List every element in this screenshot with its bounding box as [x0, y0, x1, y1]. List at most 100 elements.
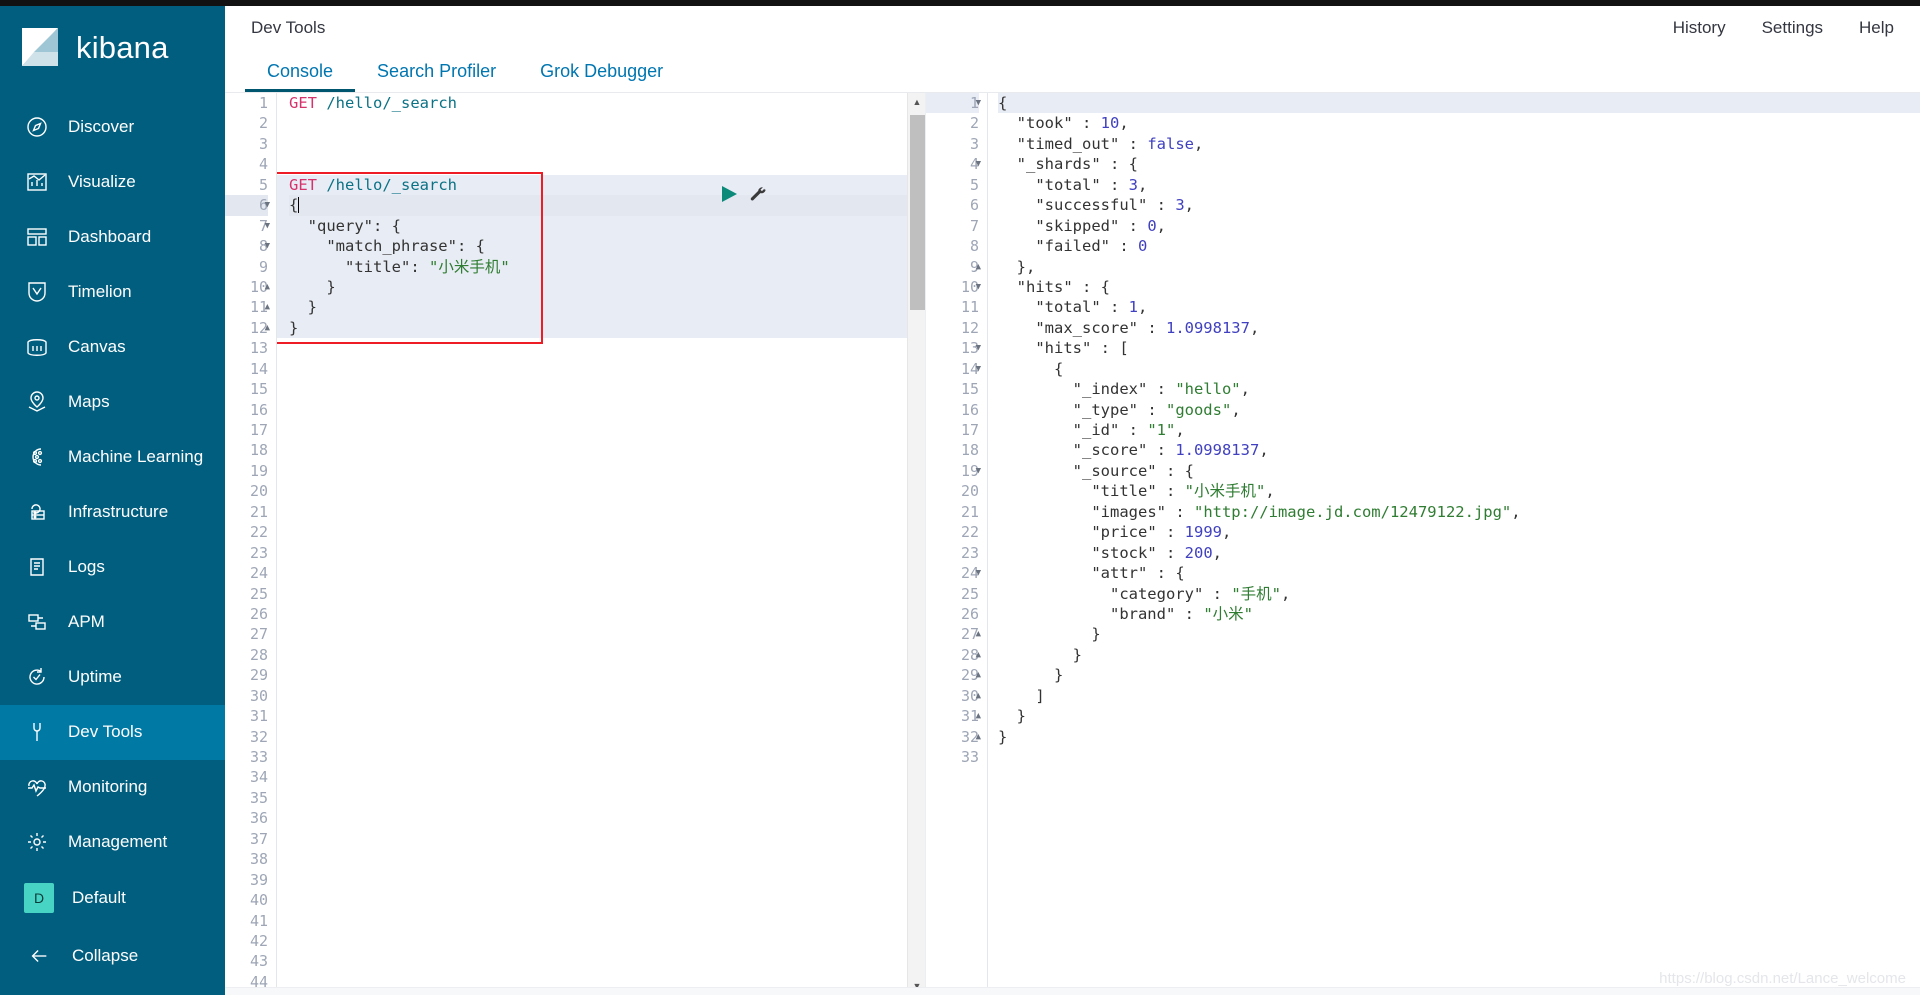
- heartbeat-icon: [24, 774, 50, 800]
- fold-toggle-icon[interactable]: ▲: [976, 686, 981, 706]
- fold-toggle-icon[interactable]: ▼: [976, 338, 981, 358]
- watermark: https://blog.csdn.net/Lance_welcome: [1659, 970, 1906, 987]
- map-pin-icon: [24, 389, 50, 415]
- run-request-button[interactable]: [719, 184, 739, 209]
- sidebar-item-canvas[interactable]: Canvas: [0, 320, 225, 375]
- fold-toggle-icon[interactable]: ▲: [976, 665, 981, 685]
- fold-toggle-icon[interactable]: ▲: [265, 277, 270, 297]
- sidebar-item-monitoring[interactable]: Monitoring: [0, 760, 225, 815]
- fold-toggle-icon[interactable]: ▲: [265, 297, 270, 317]
- space-selector[interactable]: D Default: [0, 870, 225, 928]
- kibana-logo-icon: [18, 26, 62, 70]
- sidebar-item-label: Infrastructure: [68, 502, 169, 522]
- response-editor[interactable]: { "took" : 10, "timed_out" : false, "_sh…: [988, 93, 1920, 995]
- fold-toggle-icon[interactable]: ▲: [976, 257, 981, 277]
- fold-toggle-icon[interactable]: ▼: [265, 195, 270, 215]
- response-line: "total" : 3,: [1035, 175, 1148, 194]
- line-number: 16: [960, 400, 979, 419]
- response-line: {: [998, 93, 1920, 114]
- line-number: 37: [249, 829, 268, 848]
- sidebar-item-visualize[interactable]: Visualize: [0, 155, 225, 210]
- history-link[interactable]: History: [1673, 18, 1726, 38]
- sidebar-item-dashboard[interactable]: Dashboard: [0, 210, 225, 265]
- line-number: 30: [249, 686, 268, 705]
- sidebar-item-machine-learning[interactable]: Machine Learning: [0, 430, 225, 485]
- line-number: 4 ▼: [969, 154, 981, 174]
- line-number: 10 ▼: [960, 277, 981, 297]
- kibana-brand[interactable]: kibana: [0, 6, 225, 90]
- sidebar-item-discover[interactable]: Discover: [0, 100, 225, 155]
- line-number: 31 ▲: [960, 706, 981, 726]
- response-line: }: [998, 625, 1101, 644]
- fold-toggle-icon[interactable]: ▼: [265, 236, 270, 256]
- response-line: }: [998, 727, 1008, 746]
- fold-toggle-icon[interactable]: ▼: [265, 216, 270, 236]
- response-line: }: [998, 666, 1064, 685]
- sidebar-item-label: Canvas: [68, 337, 126, 357]
- tab-grok-debugger[interactable]: Grok Debugger: [518, 62, 685, 92]
- line-number: 21: [249, 502, 268, 521]
- sidebar-item-label: Visualize: [68, 172, 136, 192]
- fold-toggle-icon[interactable]: ▲: [976, 706, 981, 726]
- help-link[interactable]: Help: [1859, 18, 1894, 38]
- response-line: "stock" : 200,: [1091, 543, 1222, 562]
- dashboard-icon: [24, 224, 50, 250]
- line-number: 30 ▲: [960, 686, 981, 706]
- collapse-sidebar-button[interactable]: Collapse: [0, 927, 225, 985]
- request-editor[interactable]: GET /hello/_search GET /hello/_search{ "…: [277, 93, 925, 995]
- sidebar-item-dev-tools[interactable]: Dev Tools: [0, 704, 225, 760]
- fold-toggle-icon[interactable]: ▼: [976, 93, 981, 113]
- wrench-icon: [24, 719, 50, 745]
- line-number: 20: [249, 482, 268, 501]
- sidebar-item-apm[interactable]: APM: [0, 595, 225, 650]
- line-number: 17: [249, 421, 268, 439]
- scroll-up-arrow[interactable]: ▲: [908, 93, 926, 111]
- settings-link[interactable]: Settings: [1762, 18, 1823, 38]
- line-number: 1 ▼: [926, 93, 981, 114]
- tab-console[interactable]: Console: [245, 62, 356, 92]
- sidebar-item-infrastructure[interactable]: Infrastructure: [0, 485, 225, 540]
- fold-toggle-icon[interactable]: ▼: [976, 563, 981, 583]
- sidebar-item-logs[interactable]: Logs: [0, 540, 225, 595]
- fold-toggle-icon[interactable]: ▲: [976, 645, 981, 665]
- response-line-number-gutter: 1 ▼ 2 3 4 ▼ 5 6 7 8 9 ▲ 10 ▼ 11 12 13 ▼ 14 ▼ 15 16 17 18 19 ▼ 20 21…: [926, 93, 988, 995]
- fold-toggle-icon[interactable]: ▲: [976, 727, 981, 747]
- sidebar-item-timelion[interactable]: Timelion: [0, 265, 225, 320]
- line-number: 12: [960, 318, 979, 337]
- response-line: "timed_out" : false,: [1016, 134, 1204, 153]
- fold-toggle-icon[interactable]: ▲: [265, 318, 270, 338]
- scrollbar-thumb[interactable]: [910, 115, 925, 310]
- fold-toggle-icon[interactable]: ▼: [976, 359, 981, 379]
- line-number: 19 ▼: [960, 461, 981, 481]
- response-line: "brand" : "小米": [1109, 604, 1253, 623]
- sidebar-item-uptime[interactable]: Uptime: [0, 650, 225, 705]
- fold-toggle-icon[interactable]: ▲: [976, 624, 981, 644]
- tab-search-profiler[interactable]: Search Profiler: [355, 62, 518, 92]
- response-line: "_score" : 1.0998137,: [1072, 441, 1269, 460]
- line-number: 24 ▼: [960, 563, 981, 583]
- editor-line: }: [289, 318, 299, 337]
- header-links: History Settings Help: [1673, 18, 1894, 38]
- line-number: 23: [960, 543, 979, 562]
- fold-toggle-icon[interactable]: ▼: [976, 154, 981, 174]
- fold-toggle-icon[interactable]: ▼: [976, 461, 981, 481]
- editor-vertical-scrollbar[interactable]: ▲ ▼: [907, 93, 925, 995]
- sidebar-item-management[interactable]: Management: [0, 815, 225, 870]
- console-body: 1 2 3 4 5 6 ▼ 7 ▼ 8 ▼ 9 10 ▲ 11 ▲ 12 ▲ 13 14 15 16 17 18 19 20 21 2…: [225, 92, 1920, 995]
- line-number: 26: [249, 604, 268, 623]
- response-line: ]: [998, 686, 1045, 705]
- sidebar-item-maps[interactable]: Maps: [0, 375, 225, 430]
- response-line: "hits" : [: [1035, 339, 1129, 358]
- request-actions-wrench-icon[interactable]: [749, 185, 768, 208]
- bottom-status-bar: [225, 987, 1920, 995]
- line-number: 2: [969, 114, 979, 133]
- fold-toggle-icon[interactable]: ▼: [976, 277, 981, 297]
